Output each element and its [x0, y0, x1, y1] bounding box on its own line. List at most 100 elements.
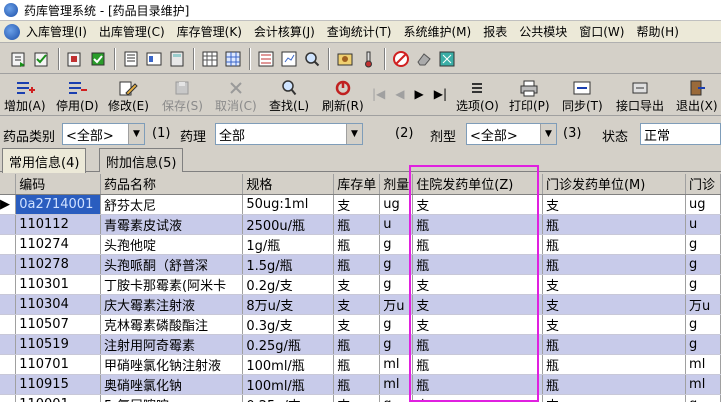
menu-reports[interactable]: 报表: [477, 23, 513, 40]
column-header[interactable]: 剂量: [379, 174, 414, 195]
stock-list-icon[interactable]: [120, 48, 142, 70]
table-cell[interactable]: g: [685, 314, 721, 335]
table-cell[interactable]: 支: [412, 294, 543, 315]
table-row[interactable]: 1100015-氟尿嘧啶0.25g/支支g支支g: [0, 394, 721, 402]
column-header[interactable]: 药品名称: [100, 174, 244, 195]
tab-extra-info[interactable]: 附加信息(5): [99, 148, 184, 172]
sync-button[interactable]: 同步(T): [562, 78, 603, 114]
menu-window[interactable]: 窗口(W): [573, 23, 630, 40]
table-cell[interactable]: g: [685, 334, 721, 355]
refresh-button[interactable]: 刷新(R): [322, 78, 364, 114]
table-cell[interactable]: 110304: [15, 294, 102, 315]
table-row[interactable]: 110278 头孢哌酮（舒普深 1.5g/瓶瓶 g 瓶瓶 g: [0, 254, 721, 275]
table-cell[interactable]: 瓶: [333, 214, 381, 235]
table-cell[interactable]: 注射用阿奇霉素: [100, 334, 244, 355]
table-cell[interactable]: 头孢哌酮（舒普深: [100, 254, 244, 275]
row-pointer-icon[interactable]: ▶: [0, 194, 17, 215]
table-cell[interactable]: g: [379, 234, 414, 255]
table-cell[interactable]: 支: [542, 194, 687, 215]
menu-system[interactable]: 系统维护(M): [398, 23, 478, 40]
table-cell[interactable]: g: [379, 394, 414, 402]
table-cell[interactable]: g: [379, 334, 414, 355]
table-cell[interactable]: g: [685, 234, 721, 255]
thermometer-icon[interactable]: [357, 48, 379, 70]
add-button[interactable]: 增加(A): [4, 78, 46, 114]
search-icon[interactable]: [301, 48, 323, 70]
row-indicator[interactable]: [0, 334, 17, 355]
table-cell[interactable]: 0.3g/支: [242, 314, 335, 335]
table-cell[interactable]: 头孢他啶: [100, 234, 244, 255]
table-cell[interactable]: 支: [542, 274, 687, 295]
table-cell[interactable]: 100ml/瓶: [242, 374, 335, 395]
table-cell[interactable]: 舒芬太尼: [100, 194, 244, 215]
table-cell[interactable]: 0.25g/瓶: [242, 334, 335, 355]
table-cell[interactable]: g: [379, 274, 414, 295]
ledger-icon[interactable]: [199, 48, 221, 70]
table-cell[interactable]: g: [685, 394, 721, 402]
table-cell[interactable]: ml: [685, 354, 721, 375]
table-cell[interactable]: 瓶: [542, 374, 687, 395]
menu-accounting[interactable]: 会计核算(J): [248, 23, 321, 40]
table-row[interactable]: 110507 克林霉素磷酸酯注 0.3g/支支 g 支支 g: [0, 314, 721, 335]
query-icon[interactable]: [255, 48, 277, 70]
app-menu-icon[interactable]: [4, 23, 20, 40]
table-cell[interactable]: g: [379, 254, 414, 275]
table-cell[interactable]: 万u: [685, 294, 721, 315]
table-cell[interactable]: 瓶: [333, 234, 381, 255]
outbound-icon[interactable]: [64, 48, 86, 70]
table-row[interactable]: 110301 丁胺卡那霉素(阿米卡 0.2g/支支 g 支支 g: [0, 274, 721, 295]
table-row[interactable]: 110274 头孢他啶 1g/瓶瓶 g 瓶瓶 g: [0, 234, 721, 255]
outbound-check-icon[interactable]: [87, 48, 109, 70]
stop-icon[interactable]: [390, 48, 412, 70]
table-cell[interactable]: 8万u/支: [242, 294, 335, 315]
row-indicator[interactable]: [0, 254, 17, 275]
inbound-check-icon[interactable]: [31, 48, 53, 70]
table-cell[interactable]: 0a2714001: [15, 194, 102, 215]
grid-icon[interactable]: [222, 48, 244, 70]
row-indicator[interactable]: [0, 234, 17, 255]
summary-icon[interactable]: [278, 48, 300, 70]
menu-common[interactable]: 公共模块: [513, 23, 573, 40]
status-select[interactable]: 正常: [640, 123, 721, 145]
row-indicator[interactable]: [0, 314, 17, 335]
table-cell[interactable]: 支: [542, 314, 687, 335]
user-icon[interactable]: [334, 48, 356, 70]
table-cell[interactable]: 瓶: [412, 334, 543, 355]
table-cell[interactable]: 支: [333, 194, 381, 215]
table-cell[interactable]: 100ml/瓶: [242, 354, 335, 375]
print-button[interactable]: 打印(P): [509, 78, 550, 114]
column-header[interactable]: 规格: [242, 174, 335, 195]
table-row[interactable]: 110701 甲硝唑氯化钠注射液 100ml/瓶瓶 ml 瓶瓶 ml: [0, 354, 721, 375]
table-cell[interactable]: ml: [685, 374, 721, 395]
column-header[interactable]: 门诊: [685, 174, 721, 195]
column-header[interactable]: 门诊发药单位(M): [542, 174, 687, 195]
table-cell[interactable]: 110701: [15, 354, 102, 375]
options-button[interactable]: 选项(O): [456, 78, 499, 114]
table-cell[interactable]: 110112: [15, 214, 102, 235]
table-cell[interactable]: 110001: [15, 394, 102, 402]
chevron-down-icon[interactable]: ▼: [540, 124, 556, 144]
table-cell[interactable]: 支: [412, 194, 543, 215]
table-cell[interactable]: 甲硝唑氯化钠注射液: [100, 354, 244, 375]
table-cell[interactable]: 2500u/瓶: [242, 214, 335, 235]
row-indicator[interactable]: [0, 274, 17, 295]
table-cell[interactable]: 110278: [15, 254, 102, 275]
table-row[interactable]: 110519 注射用阿奇霉素 0.25g/瓶瓶 g 瓶瓶 g: [0, 334, 721, 355]
table-row[interactable]: 110112 青霉素皮试液 2500u/瓶瓶 u 瓶瓶 u: [0, 214, 721, 235]
row-indicator[interactable]: [0, 394, 17, 402]
table-cell[interactable]: 瓶: [333, 374, 381, 395]
find-button[interactable]: 查找(L): [269, 78, 309, 114]
table-cell[interactable]: g: [685, 274, 721, 295]
eraser-icon[interactable]: [413, 48, 435, 70]
table-cell[interactable]: 瓶: [542, 214, 687, 235]
table-cell[interactable]: 支: [542, 294, 687, 315]
category-select[interactable]: <全部> ▼: [62, 123, 145, 145]
table-cell[interactable]: 瓶: [333, 354, 381, 375]
table-cell[interactable]: 瓶: [412, 354, 543, 375]
table-cell[interactable]: g: [685, 254, 721, 275]
table-cell[interactable]: 支: [412, 394, 543, 402]
menu-help[interactable]: 帮助(H): [630, 23, 684, 40]
table-cell[interactable]: 支: [412, 274, 543, 295]
table-cell[interactable]: 0.2g/支: [242, 274, 335, 295]
save-button[interactable]: 保存(S): [162, 78, 203, 114]
